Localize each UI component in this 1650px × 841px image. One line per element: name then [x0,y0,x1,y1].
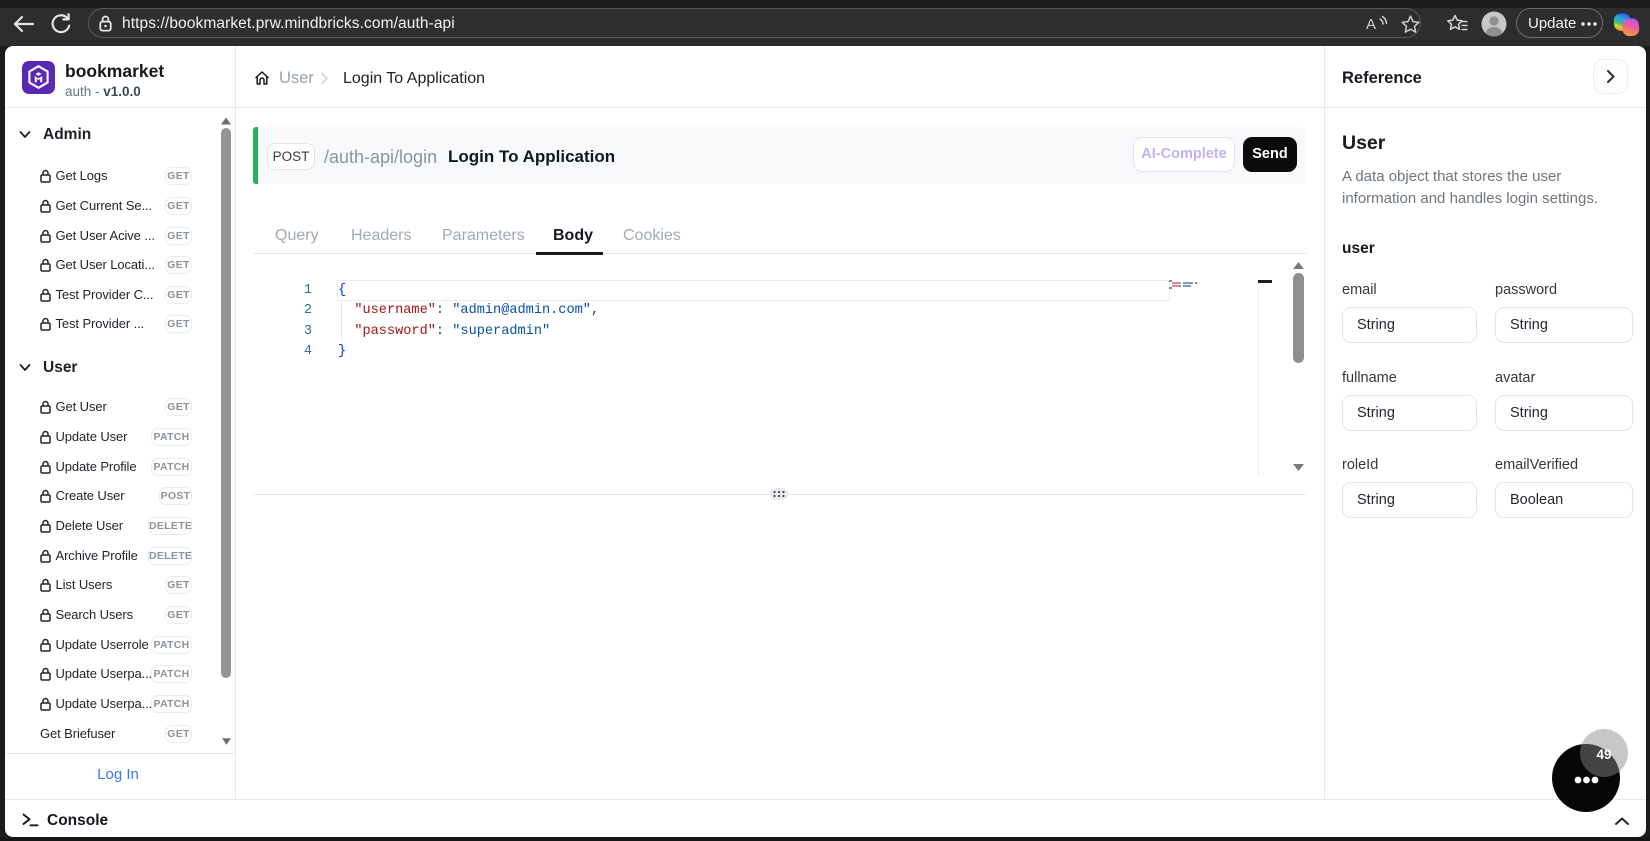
svg-text:A: A [1366,16,1376,33]
